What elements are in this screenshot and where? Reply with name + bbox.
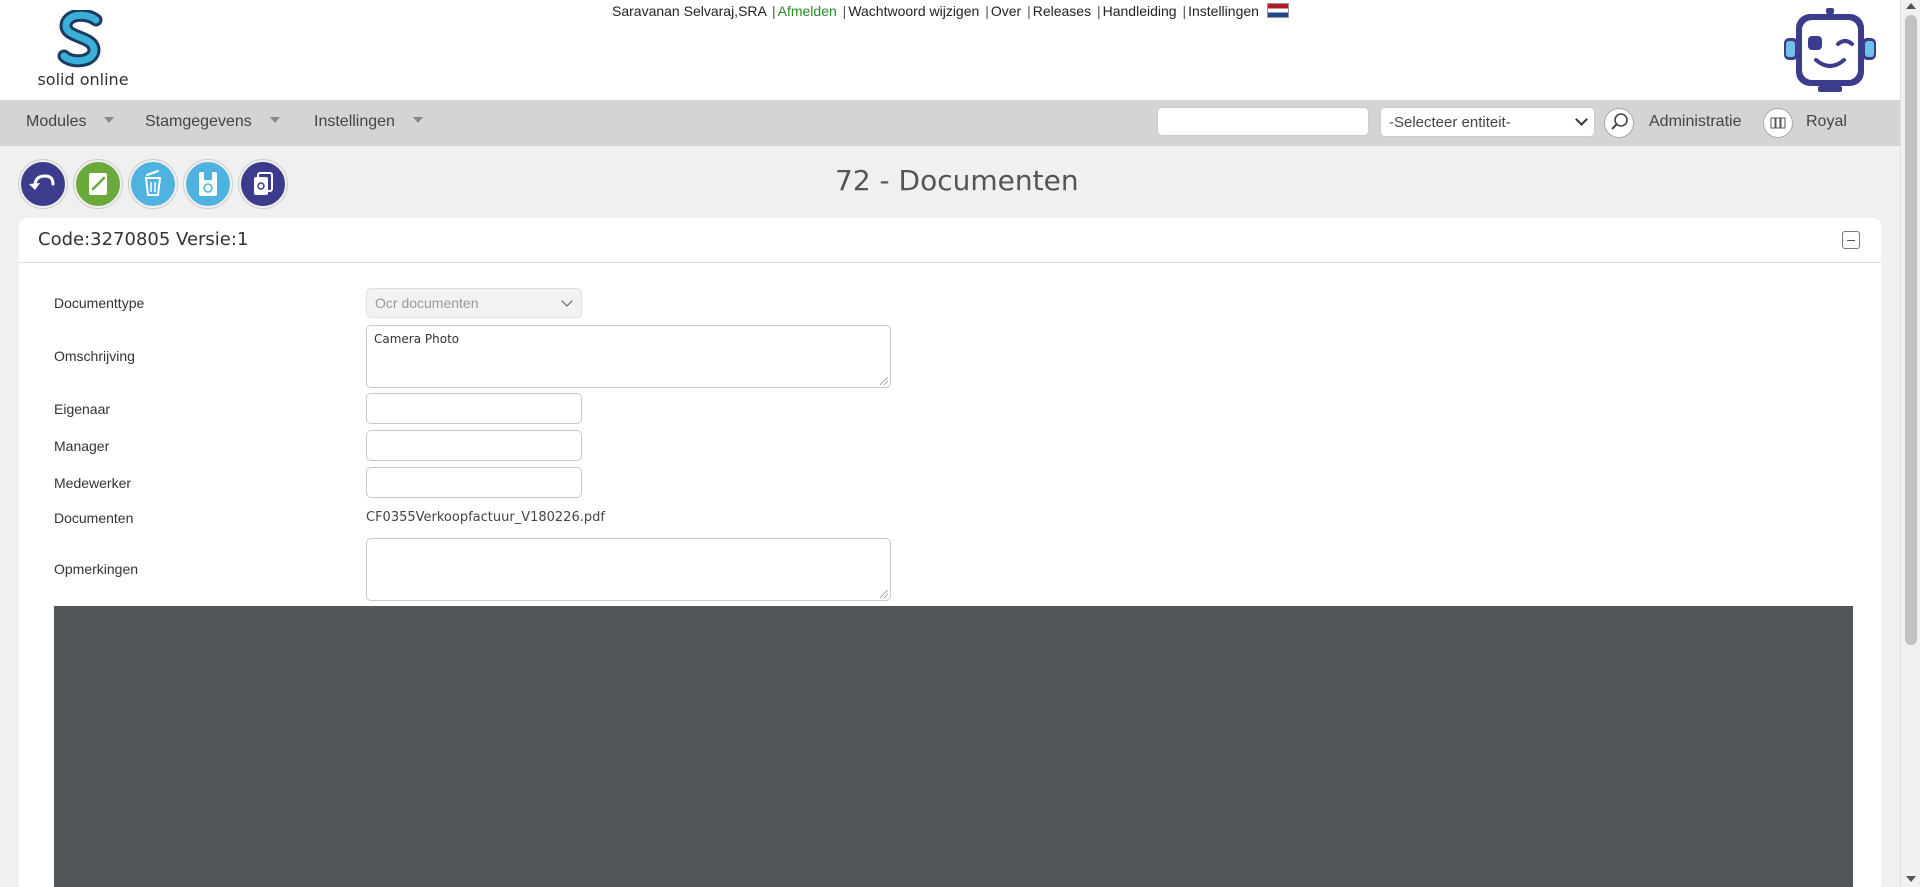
user-name: Saravanan Selvaraj,SRA xyxy=(612,3,767,19)
binders-icon xyxy=(1770,117,1786,129)
change-password-link[interactable]: Wachtwoord wijzigen xyxy=(848,3,979,19)
omschrijving-textarea[interactable]: Camera Photo xyxy=(366,325,891,388)
search-button[interactable] xyxy=(1604,108,1634,138)
administration-switch-button[interactable] xyxy=(1763,108,1793,138)
eigenaar-label: Eigenaar xyxy=(54,401,111,417)
nav-stamgegevens[interactable]: Stamgegevens xyxy=(145,113,280,131)
eigenaar-input[interactable] xyxy=(366,393,582,424)
chevron-down-icon xyxy=(269,117,280,123)
nav-stamgegevens-label: Stamgegevens xyxy=(145,113,252,130)
manager-label: Manager xyxy=(54,438,110,454)
nav-modules[interactable]: Modules xyxy=(26,113,115,131)
user-links: Saravanan Selvaraj,SRA | Afmelden | Wachtw… xyxy=(612,3,1289,19)
settings-link[interactable]: Instellingen xyxy=(1188,3,1259,19)
manager-input[interactable] xyxy=(366,430,582,461)
entity-select[interactable]: -Selecteer entiteit- xyxy=(1380,107,1595,137)
global-search-input[interactable] xyxy=(1157,107,1369,136)
collapse-icon[interactable] xyxy=(1842,231,1860,249)
logo-text: solid online xyxy=(37,70,129,89)
edit-document-icon xyxy=(89,173,107,195)
logo-s-icon xyxy=(57,10,103,68)
scroll-thumb[interactable] xyxy=(1905,15,1917,645)
medewerker-input[interactable] xyxy=(366,467,582,498)
entity-select-value: -Selecteer entiteit- xyxy=(1389,114,1511,131)
about-link[interactable]: Over xyxy=(991,3,1021,19)
opmerkingen-textarea[interactable] xyxy=(366,538,891,601)
medewerker-label: Medewerker xyxy=(54,475,132,491)
manual-link[interactable]: Handleiding xyxy=(1103,3,1177,19)
logout-link[interactable]: Afmelden xyxy=(778,3,837,19)
documenttype-label: Documenttype xyxy=(54,295,145,311)
company-name[interactable]: Royal xyxy=(1806,113,1847,131)
chevron-down-icon xyxy=(1575,113,1588,126)
edit-button[interactable] xyxy=(74,160,122,208)
top-header: solid online Saravanan Selvaraj,SRA | Afm… xyxy=(0,0,1900,100)
robot-assistant-icon[interactable] xyxy=(1782,6,1878,94)
documenten-label: Documenten xyxy=(54,510,134,526)
resize-grip-icon[interactable] xyxy=(880,590,888,598)
copy-document-icon xyxy=(254,172,273,195)
copy-button[interactable] xyxy=(239,160,287,208)
delete-button[interactable] xyxy=(129,160,177,208)
chevron-down-icon xyxy=(561,295,573,307)
dutch-flag-icon[interactable] xyxy=(1266,3,1289,18)
nav-instellingen[interactable]: Instellingen xyxy=(314,113,423,131)
search-icon xyxy=(1611,113,1628,130)
panel-header: Code:3270805 Versie:1 xyxy=(19,218,1881,263)
document-file-link[interactable]: CF0355Verkoopfactuur_V180226.pdf xyxy=(366,510,605,525)
omschrijving-value: Camera Photo xyxy=(374,332,460,346)
documenttype-select[interactable]: Ocr documenten xyxy=(366,288,582,318)
pdf-viewer[interactable] xyxy=(54,606,1853,887)
back-button[interactable] xyxy=(19,160,67,208)
solid-online-logo[interactable]: solid online xyxy=(33,10,133,90)
documenttype-value: Ocr documenten xyxy=(375,295,479,311)
chevron-down-icon xyxy=(412,117,423,123)
save-button[interactable] xyxy=(184,160,232,208)
scroll-down-icon[interactable] xyxy=(1906,876,1916,882)
opmerkingen-label: Opmerkingen xyxy=(54,561,139,577)
nav-modules-label: Modules xyxy=(26,113,87,130)
page-scrollbar[interactable] xyxy=(1900,0,1920,887)
releases-link[interactable]: Releases xyxy=(1033,3,1091,19)
administration-link[interactable]: Administratie xyxy=(1649,113,1741,131)
scroll-up-icon[interactable] xyxy=(1906,3,1916,9)
resize-grip-icon[interactable] xyxy=(880,377,888,385)
omschrijving-label: Omschrijving xyxy=(54,348,135,364)
chevron-down-icon xyxy=(104,117,115,123)
document-panel: Code:3270805 Versie:1 Documenttype Ocr d… xyxy=(19,218,1881,887)
trash-icon xyxy=(144,170,162,196)
nav-instellingen-label: Instellingen xyxy=(314,113,395,130)
undo-icon xyxy=(29,174,55,190)
page-title: 72 - Documenten xyxy=(835,164,1079,197)
panel-title: Code:3270805 Versie:1 xyxy=(38,229,249,250)
save-document-icon xyxy=(199,172,217,196)
